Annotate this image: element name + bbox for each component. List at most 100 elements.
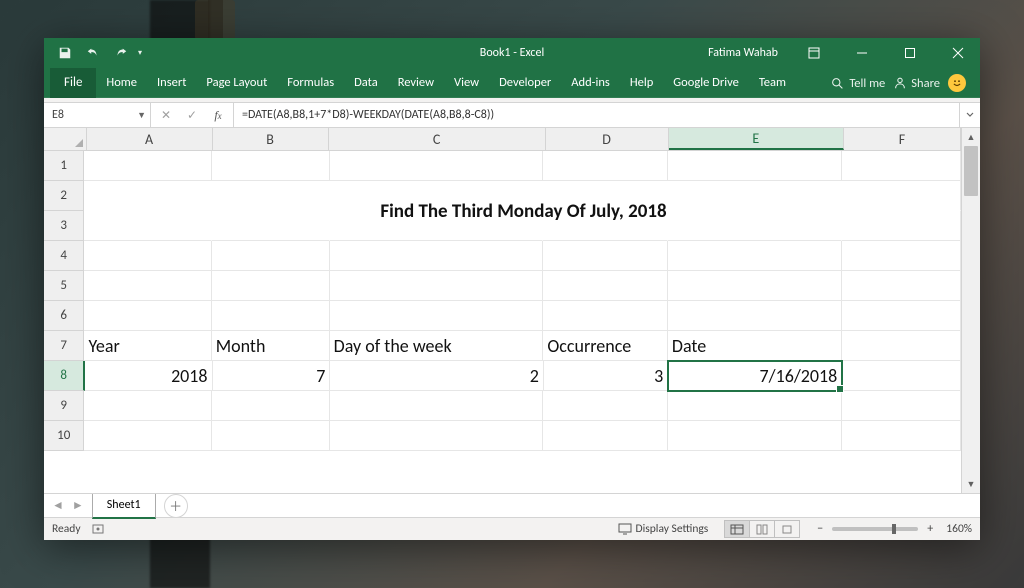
zoom-level[interactable]: 160%	[946, 522, 972, 536]
cell-C6[interactable]	[330, 301, 544, 331]
col-header-F[interactable]: F	[844, 128, 961, 150]
cell-B8[interactable]: 7	[213, 361, 331, 391]
row-header-5[interactable]: 5	[44, 271, 84, 301]
cell-F7[interactable]	[842, 331, 961, 361]
ribbon-display-options-button[interactable]	[792, 38, 836, 68]
cell-F10[interactable]	[842, 421, 961, 451]
cell-B10[interactable]	[212, 421, 330, 451]
cell-B7[interactable]: Month	[212, 331, 330, 361]
col-header-B[interactable]: B	[213, 128, 329, 150]
cell-F8[interactable]	[842, 361, 961, 391]
view-page-break-icon[interactable]	[775, 521, 799, 537]
cell-E4[interactable]	[668, 241, 842, 271]
cell-C7[interactable]: Day of the week	[330, 331, 544, 361]
row-header-7[interactable]: 7	[44, 331, 84, 361]
sheet-nav-prev-icon[interactable]: ◄	[52, 498, 64, 513]
cell-C1[interactable]	[330, 151, 544, 181]
tell-me-search[interactable]: Tell me	[831, 76, 885, 91]
col-header-D[interactable]: D	[546, 128, 669, 150]
scroll-down-icon[interactable]: ▼	[962, 475, 980, 493]
cell-A7[interactable]: Year	[84, 331, 211, 361]
cell-C9[interactable]	[330, 391, 544, 421]
cell-D7[interactable]: Occurrence	[543, 331, 668, 361]
cancel-formula-icon[interactable]: ✕	[157, 108, 175, 123]
redo-icon[interactable]	[114, 46, 128, 60]
row-header-3[interactable]: 3	[44, 211, 84, 241]
cell-D3[interactable]	[543, 211, 668, 241]
cell-A9[interactable]	[84, 391, 211, 421]
tab-add-ins[interactable]: Add-ins	[561, 68, 620, 98]
signed-in-user[interactable]: Fatima Wahab	[708, 46, 778, 60]
formula-input[interactable]: =DATE(A8,B8,1+7*D8)-WEEKDAY(DATE(A8,B8,8…	[234, 103, 959, 127]
tab-view[interactable]: View	[444, 68, 489, 98]
cell-F5[interactable]	[842, 271, 961, 301]
cell-E3[interactable]	[668, 211, 842, 241]
name-box[interactable]: E8 ▼	[44, 103, 151, 127]
tab-formulas[interactable]: Formulas	[277, 68, 344, 98]
cell-C2[interactable]	[330, 181, 544, 211]
cell-A3[interactable]	[84, 211, 211, 241]
row-header-10[interactable]: 10	[44, 421, 84, 451]
col-header-A[interactable]: A	[87, 128, 213, 150]
cell-B2[interactable]	[212, 181, 330, 211]
cell-A1[interactable]	[84, 151, 211, 181]
formula-bar-expand-icon[interactable]	[959, 103, 980, 127]
macro-record-icon[interactable]	[91, 522, 105, 536]
maximize-button[interactable]	[888, 38, 932, 68]
cell-D4[interactable]	[543, 241, 668, 271]
add-sheet-button[interactable]: ＋	[164, 494, 188, 518]
cell-D5[interactable]	[543, 271, 668, 301]
cell-C8[interactable]: 2	[330, 361, 543, 391]
cell-E1[interactable]	[668, 151, 842, 181]
cell-F9[interactable]	[842, 391, 961, 421]
close-button[interactable]	[936, 38, 980, 68]
col-header-E[interactable]: E	[669, 128, 844, 150]
cell-D8[interactable]: 3	[544, 361, 668, 391]
row-header-4[interactable]: 4	[44, 241, 84, 271]
share-button[interactable]: Share	[893, 76, 940, 91]
tab-page-layout[interactable]: Page Layout	[196, 68, 277, 98]
cell-A2[interactable]	[84, 181, 211, 211]
cell-A6[interactable]	[84, 301, 211, 331]
cell-B6[interactable]	[212, 301, 330, 331]
cell-F6[interactable]	[842, 301, 961, 331]
row-header-8[interactable]: 8	[44, 361, 85, 391]
scroll-up-icon[interactable]: ▲	[962, 128, 980, 146]
cell-E7[interactable]: Date	[668, 331, 842, 361]
cell-B5[interactable]	[212, 271, 330, 301]
view-page-layout-icon[interactable]	[750, 521, 775, 537]
row-header-9[interactable]: 9	[44, 391, 84, 421]
display-settings-button[interactable]: Display Settings	[618, 522, 709, 536]
row-header-1[interactable]: 1	[44, 151, 84, 181]
cell-E5[interactable]	[668, 271, 842, 301]
cell-A5[interactable]	[84, 271, 211, 301]
col-header-C[interactable]: C	[329, 128, 546, 150]
cell-D6[interactable]	[543, 301, 668, 331]
cell-E9[interactable]	[668, 391, 842, 421]
cell-C10[interactable]	[330, 421, 544, 451]
cell-C5[interactable]	[330, 271, 544, 301]
cell-D2[interactable]	[543, 181, 668, 211]
name-box-dropdown-icon[interactable]: ▼	[137, 110, 146, 121]
tab-data[interactable]: Data	[344, 68, 388, 98]
tab-help[interactable]: Help	[620, 68, 663, 98]
minimize-button[interactable]	[840, 38, 884, 68]
cell-E10[interactable]	[668, 421, 842, 451]
tab-home[interactable]: Home	[96, 68, 147, 98]
view-normal-icon[interactable]	[725, 521, 750, 537]
row-header-2[interactable]: 2	[44, 181, 84, 211]
insert-function-icon[interactable]: fx	[209, 108, 227, 123]
cell-E2[interactable]	[668, 181, 842, 211]
zoom-in-button[interactable]: +	[924, 522, 936, 536]
cell-D10[interactable]	[543, 421, 668, 451]
cell-F1[interactable]	[842, 151, 961, 181]
select-all-corner[interactable]	[44, 128, 87, 150]
cell-B4[interactable]	[212, 241, 330, 271]
tab-google-drive[interactable]: Google Drive	[663, 68, 749, 98]
cell-E6[interactable]	[668, 301, 842, 331]
cell-A10[interactable]	[84, 421, 211, 451]
zoom-track[interactable]	[832, 527, 918, 531]
qat-dropdown-icon[interactable]: ▾	[138, 48, 142, 58]
save-icon[interactable]	[58, 46, 72, 60]
cell-F2[interactable]	[842, 181, 961, 211]
